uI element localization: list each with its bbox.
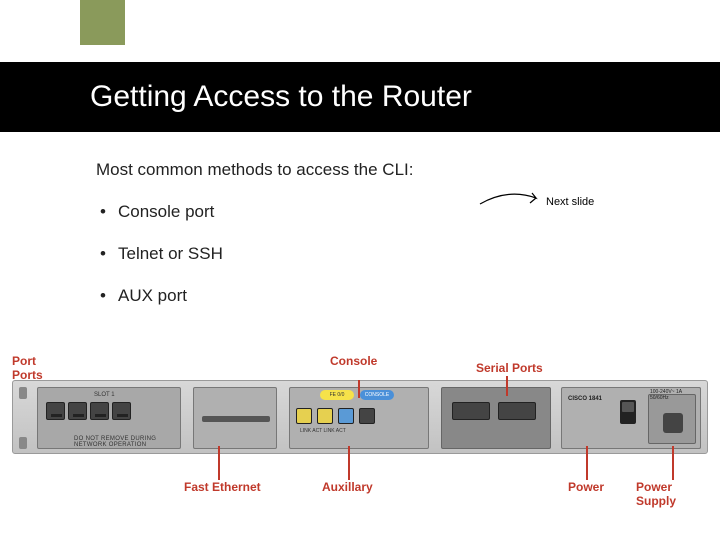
title-bar: Getting Access to the Router bbox=[0, 62, 720, 132]
aux-port bbox=[359, 408, 375, 424]
callout-line bbox=[218, 446, 220, 480]
intro-text: Most common methods to access the CLI: bbox=[96, 160, 413, 180]
cf-slot bbox=[193, 387, 277, 449]
callout-console-port: Console bbox=[330, 354, 377, 368]
power-supply bbox=[648, 394, 696, 444]
slide-title: Getting Access to the Router bbox=[90, 80, 472, 114]
port-row bbox=[46, 402, 131, 420]
bullet-aux: AUX port bbox=[96, 286, 413, 306]
expansion-slot: SLOT 1 DO NOT REMOVE DURING NETWORK OPER… bbox=[37, 387, 181, 449]
rack-hole bbox=[19, 437, 27, 449]
mid-ports bbox=[296, 408, 375, 424]
rj45-port bbox=[90, 402, 109, 420]
arrow-icon bbox=[478, 190, 548, 210]
bullet-telnet-ssh: Telnet or SSH bbox=[96, 244, 413, 264]
content-block: Most common methods to access the CLI: C… bbox=[96, 160, 413, 328]
cf-slit bbox=[202, 416, 270, 422]
callout-line bbox=[506, 376, 508, 396]
callout-serial-ports: Serial Ports bbox=[476, 361, 543, 375]
device-logo: CISCO 1841 bbox=[568, 396, 602, 402]
callout-aux-port: Auxillary bbox=[322, 480, 373, 494]
slot-label: SLOT 1 bbox=[94, 392, 115, 398]
callout-fastethernet: Fast Ethernet bbox=[184, 480, 261, 494]
fe-port bbox=[296, 408, 312, 424]
rj45-port bbox=[68, 402, 87, 420]
router-diagram: SLOT 1 DO NOT REMOVE DURING NETWORK OPER… bbox=[12, 354, 708, 514]
rj45-port bbox=[46, 402, 65, 420]
console-port bbox=[338, 408, 354, 424]
bullet-console: Console port bbox=[96, 202, 413, 222]
fe-port bbox=[317, 408, 333, 424]
mid-top-labels: FE 0/0 CONSOLE bbox=[320, 390, 394, 400]
console-label: CONSOLE bbox=[360, 390, 394, 400]
callout-line bbox=[586, 446, 588, 480]
right-panel: CISCO 1841 100-240V~ 1A 50/60Hz bbox=[561, 387, 701, 449]
power-spec-label: 100-240V~ 1A 50/60Hz bbox=[650, 390, 700, 401]
slot-warning: DO NOT REMOVE DURING NETWORK OPERATION bbox=[74, 436, 180, 448]
power-switch bbox=[620, 400, 636, 424]
callout-power-supply: Power Supply bbox=[636, 480, 708, 508]
callout-line bbox=[672, 446, 674, 480]
fe-label: FE 0/0 bbox=[320, 390, 354, 400]
serial-panel bbox=[441, 387, 551, 449]
mid-sublabel: LINK ACT LINK ACT bbox=[300, 428, 346, 434]
bullet-list: Console port Telnet or SSH AUX port bbox=[96, 202, 413, 306]
serial-port bbox=[498, 402, 536, 420]
rj45-port bbox=[112, 402, 131, 420]
router-chassis: SLOT 1 DO NOT REMOVE DURING NETWORK OPER… bbox=[12, 380, 708, 454]
callout-line bbox=[358, 380, 360, 398]
serial-port bbox=[452, 402, 490, 420]
callout-power-switch: Power bbox=[568, 480, 604, 494]
callout-line bbox=[348, 446, 350, 480]
accent-block bbox=[80, 0, 125, 45]
next-slide-label: Next slide bbox=[546, 196, 594, 208]
rack-hole bbox=[19, 387, 27, 399]
